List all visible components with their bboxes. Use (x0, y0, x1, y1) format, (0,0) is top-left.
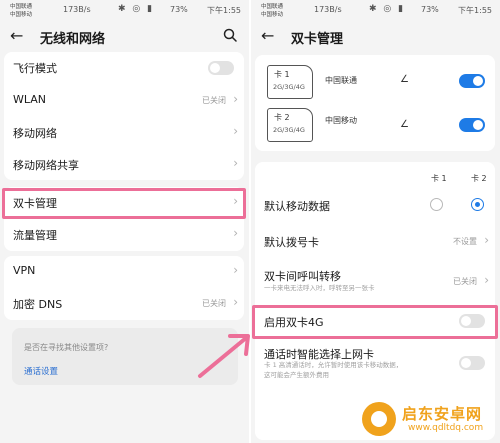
edit-icon[interactable]: ∠ (400, 119, 409, 130)
list-item-label: 流量管理 (13, 229, 57, 242)
dns-status: 已关闭 (202, 299, 226, 308)
list-item-private-dns[interactable]: 加密 DNS 已关闭 › (4, 288, 244, 320)
vpn-settings-group: VPN › 加密 DNS 已关闭 › (4, 256, 244, 320)
column-header-card2: 卡 2 (471, 174, 487, 183)
search-icon[interactable] (223, 28, 237, 42)
list-item-default-dial[interactable]: 默认拨号卡 不设置 › (255, 226, 495, 256)
list-item-smart-data: 通话时智能选择上网卡 卡 1 高清通话时，允许暂时使用该卡移动数据， 这可能会产… (255, 342, 495, 392)
dual-4g-highlight-frame (252, 305, 498, 339)
status-bar: 中国联通 中国移动 173B/s ✱ ◎ ▮ 73% 下午1:55 (251, 0, 500, 22)
chevron-right-icon: › (233, 124, 238, 138)
list-item-label: 双卡间呼叫转移 (264, 270, 341, 283)
clock: 下午1:55 (207, 6, 241, 15)
wlan-status: 已关闭 (202, 96, 226, 105)
sim-cards-group: 卡 1 2G/3G/4G 中国联通 ∠ 卡 2 2G/3G/4G 中国移动 ∠ (255, 55, 495, 151)
chevron-right-icon: › (233, 226, 238, 240)
list-item-label: 默认拨号卡 (264, 236, 319, 249)
back-arrow-icon[interactable]: ← (10, 26, 23, 45)
chevron-right-icon: › (233, 156, 238, 170)
list-item-label: 加密 DNS (13, 298, 63, 311)
network-speed: 173B/s (63, 5, 91, 14)
default-data-card2-radio[interactable] (471, 198, 484, 211)
chevron-right-icon: › (484, 233, 489, 247)
call-forwarding-description: 一卡来电无法呼入时，呼转至另一张卡 (264, 284, 375, 292)
chevron-right-icon: › (233, 295, 238, 309)
call-forwarding-status: 已关闭 (453, 277, 477, 286)
sim-2-carrier: 中国移动 (325, 116, 357, 125)
sim-2-toggle[interactable] (459, 118, 485, 132)
list-item-label: 飞行模式 (13, 62, 57, 75)
sim-slot-label: 卡 2 (274, 113, 290, 122)
sim-preferences-group: 卡 1 卡 2 默认移动数据 默认拨号卡 不设置 › 双卡间呼叫转移 一卡来电无… (255, 162, 495, 440)
watermark-url: www.qdltdq.com (408, 423, 484, 433)
list-item-label: 移动网络共享 (13, 159, 79, 172)
list-item-label: 默认移动数据 (264, 200, 330, 213)
chevron-right-icon: › (233, 263, 238, 277)
title-bar: ← 无线和网络 (0, 22, 249, 50)
default-dial-value: 不设置 (453, 237, 477, 246)
list-item-label: 通话时智能选择上网卡 (264, 348, 374, 361)
sim-1-icon: 卡 1 2G/3G/4G (267, 65, 313, 99)
list-item-tethering[interactable]: 移动网络共享 › (4, 149, 244, 181)
list-item-data-usage[interactable]: 流量管理 › (4, 219, 244, 251)
default-data-card1-radio[interactable] (430, 198, 443, 211)
chevron-right-icon: › (484, 273, 489, 287)
battery-level: 73% (170, 5, 188, 14)
chevron-right-icon: › (233, 92, 238, 106)
list-item-airplane-mode[interactable]: 飞行模式 (4, 52, 244, 84)
status-icons: ✱ ◎ ▮ (118, 4, 155, 14)
clock: 下午1:55 (458, 6, 492, 15)
page-title: 双卡管理 (291, 32, 344, 47)
annotation-arrow-icon (198, 334, 250, 378)
list-item-mobile-network[interactable]: 移动网络 › (4, 117, 244, 149)
list-item-default-data: 默认移动数据 (255, 190, 495, 220)
call-settings-link[interactable]: 通话设置 (24, 365, 58, 377)
edit-icon[interactable]: ∠ (400, 74, 409, 85)
status-bar: 中国联通 中国移动 173B/s ✱ ◎ ▮ 73% 下午1:55 (0, 0, 249, 22)
suggestion-title: 是否在寻找其他设置项? (24, 343, 109, 352)
carrier-2-label: 中国移动 (261, 12, 284, 18)
dual-sim-management-screen: 中国联通 中国移动 173B/s ✱ ◎ ▮ 73% 下午1:55 ← 双卡管理… (251, 0, 500, 443)
title-bar: ← 双卡管理 (251, 22, 500, 50)
smart-data-description-line1: 卡 1 高清通话时，允许暂时使用该卡移动数据， (264, 361, 403, 369)
list-item-call-forwarding[interactable]: 双卡间呼叫转移 一卡来电无法呼入时，呼转至另一张卡 已关闭 › (255, 262, 495, 302)
sim-network-type: 2G/3G/4G (273, 126, 305, 134)
sim-1-carrier: 中国联通 (325, 76, 357, 85)
carrier-labels: 中国联通 中国移动 (261, 3, 283, 19)
network-settings-group: 飞行模式 WLAN 已关闭 › 移动网络 › 移动网络共享 › (4, 52, 244, 180)
watermark-logo-icon (362, 402, 396, 436)
smart-data-toggle[interactable] (459, 356, 485, 370)
sim-2-icon: 卡 2 2G/3G/4G (267, 108, 313, 142)
carrier-1-label: 中国联通 (10, 4, 33, 10)
battery-level: 73% (421, 5, 439, 14)
column-header-card1: 卡 1 (431, 174, 447, 183)
list-item-label: 移动网络 (13, 127, 57, 140)
list-item-wlan[interactable]: WLAN 已关闭 › (4, 85, 244, 117)
smart-data-description-line2: 这可能会产生额外费用 (264, 371, 329, 379)
list-item-label: VPN (13, 264, 36, 277)
list-item-label: WLAN (13, 93, 47, 106)
airplane-mode-toggle[interactable] (208, 61, 234, 75)
list-item-vpn[interactable]: VPN › (4, 256, 244, 288)
back-arrow-icon[interactable]: ← (261, 26, 274, 45)
watermark-name: 启东安卓网 (402, 405, 483, 423)
carrier-labels: 中国联通 中国移动 (10, 3, 32, 19)
sim-1-toggle[interactable] (459, 74, 485, 88)
page-title: 无线和网络 (40, 32, 106, 47)
carrier-1-label: 中国联通 (261, 4, 284, 10)
sim-slot-label: 卡 1 (274, 70, 290, 79)
sim-network-type: 2G/3G/4G (273, 83, 305, 91)
dual-sim-highlight-frame (2, 188, 246, 219)
network-speed: 173B/s (314, 5, 342, 14)
carrier-2-label: 中国移动 (10, 12, 33, 18)
status-icons: ✱ ◎ ▮ (369, 4, 406, 14)
site-watermark: 启东安卓网 www.qdltdq.com (362, 400, 496, 438)
